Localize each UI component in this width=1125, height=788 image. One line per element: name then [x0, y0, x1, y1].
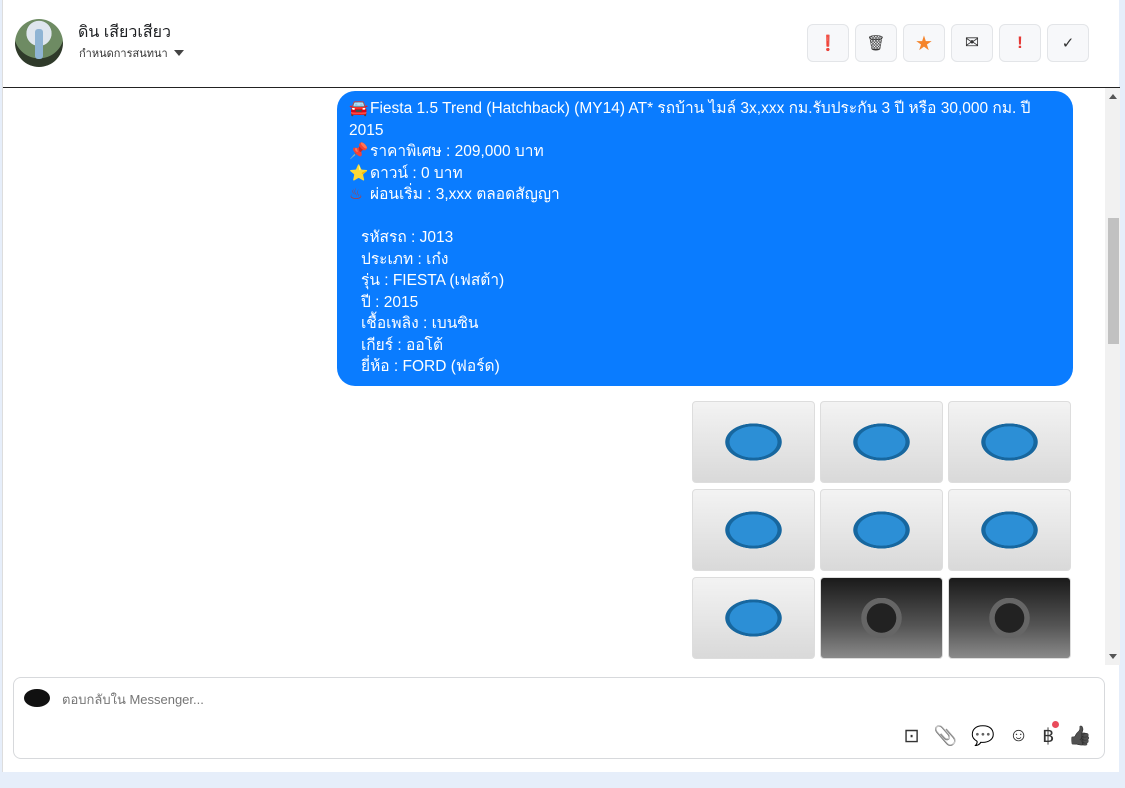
envelope-icon: ✉ [964, 33, 980, 52]
car-photo-exterior[interactable] [948, 489, 1071, 571]
conversation-panel: ดิน เสียวเสียว กำหนดการสนทนา ❗ 🗑 ★ ✉ ! ✓… [2, 0, 1120, 772]
assign-label: กำหนดการสนทนา [79, 48, 168, 60]
baht-icon: ฿ [1042, 725, 1055, 747]
car-emoji-icon: 🚘 [349, 100, 369, 117]
follow-up-button[interactable]: ! [999, 24, 1041, 62]
check-icon: ✓ [1061, 35, 1075, 52]
car-image [723, 510, 784, 550]
exclamation-icon: ! [1017, 33, 1023, 52]
car-image [979, 598, 1040, 638]
scroll-down-icon[interactable] [1109, 654, 1117, 659]
detail-line: รหัสรถ : J013 [361, 229, 454, 246]
reply-input[interactable] [62, 692, 962, 707]
message-thread: 🚘 Fiesta 1.5 Trend (Hatchback) (MY14) AT*… [3, 88, 1120, 665]
message-price: ราคาพิเศษ : 209,000 บาท [370, 143, 544, 160]
delete-button[interactable]: 🗑 [855, 24, 897, 62]
photo-grid [692, 401, 1071, 659]
car-photo-interior[interactable] [948, 577, 1071, 659]
alert-circle-icon: ❗ [818, 35, 838, 52]
pin-emoji-icon: 📌 [349, 143, 369, 160]
message-down: ดาวน์ : 0 บาท [370, 164, 463, 182]
page-logo [24, 689, 50, 707]
caret-down-icon [173, 50, 184, 56]
car-photo-interior[interactable] [820, 577, 943, 659]
conversation-header: ดิน เสียวเสียว กำหนดการสนทนา ❗ 🗑 ★ ✉ ! ✓ [3, 0, 1120, 88]
detail-line: ปี : 2015 [361, 293, 419, 311]
car-image [723, 422, 784, 462]
star-icon: ★ [915, 32, 933, 55]
message-title: Fiesta 1.5 Trend (Hatchback) (MY14) AT* … [349, 100, 1035, 139]
mark-spam-button[interactable]: ❗ [807, 24, 849, 62]
chat-bubble-icon[interactable]: 💬 [971, 724, 995, 748]
contact-name[interactable]: ดิน เสียวเสียว [78, 20, 171, 45]
attachment-icon[interactable]: 📎 [933, 724, 957, 748]
notification-dot [1052, 720, 1060, 728]
action-toolbar: ❗ 🗑 ★ ✉ ! ✓ [807, 24, 1089, 62]
car-photo-exterior[interactable] [692, 401, 815, 483]
scrollbar[interactable] [1105, 88, 1120, 665]
scroll-up-icon[interactable] [1109, 94, 1117, 99]
car-image [723, 598, 784, 638]
emoji-icon[interactable]: ☺ [1009, 725, 1028, 747]
detail-line: ประเภท : เก๋ง [361, 250, 449, 268]
car-photo-exterior[interactable] [692, 577, 815, 659]
mark-done-button[interactable]: ✓ [1047, 24, 1089, 62]
car-photo-exterior[interactable] [948, 401, 1071, 483]
composer-toolbar: ⊡ 📎 💬 ☺ ฿ 👍 [904, 720, 1092, 748]
hot-emoji-icon: ♨ [349, 186, 363, 203]
detail-line: ยี่ห้อ : FORD (ฟอร์ด) [361, 358, 500, 375]
car-photo-exterior[interactable] [692, 489, 815, 571]
car-image [851, 598, 912, 638]
payment-icon[interactable]: ฿ [1042, 720, 1060, 748]
star-button[interactable]: ★ [903, 24, 945, 62]
scrollbar-thumb[interactable] [1108, 218, 1119, 344]
detail-line: เกียร์ : ออโต้ [361, 336, 444, 354]
car-photo-exterior[interactable] [820, 489, 943, 571]
trash-icon: 🗑 [866, 35, 886, 52]
mark-unread-button[interactable]: ✉ [951, 24, 993, 62]
car-image [979, 510, 1040, 550]
saved-reply-icon[interactable]: ⊡ [904, 725, 920, 748]
star-emoji-icon: ⭐ [349, 164, 369, 182]
detail-line: เชื้อเพลิง : เบนซิน [361, 315, 479, 332]
car-photo-exterior[interactable] [820, 401, 943, 483]
car-image [979, 422, 1040, 462]
reply-composer: ⊡ 📎 💬 ☺ ฿ 👍 [13, 677, 1105, 759]
like-icon[interactable]: 👍 [1068, 724, 1092, 748]
detail-line: รุ่น : FIESTA (เฟสต้า) [361, 272, 505, 289]
assign-conversation-dropdown[interactable]: กำหนดการสนทนา [79, 44, 184, 62]
car-image [851, 510, 912, 550]
avatar[interactable] [15, 19, 63, 67]
message-installment: ผ่อนเริ่ม : 3,xxx ตลอดสัญญา [370, 186, 560, 203]
car-image [851, 422, 912, 462]
message-bubble: 🚘 Fiesta 1.5 Trend (Hatchback) (MY14) AT*… [337, 91, 1073, 386]
